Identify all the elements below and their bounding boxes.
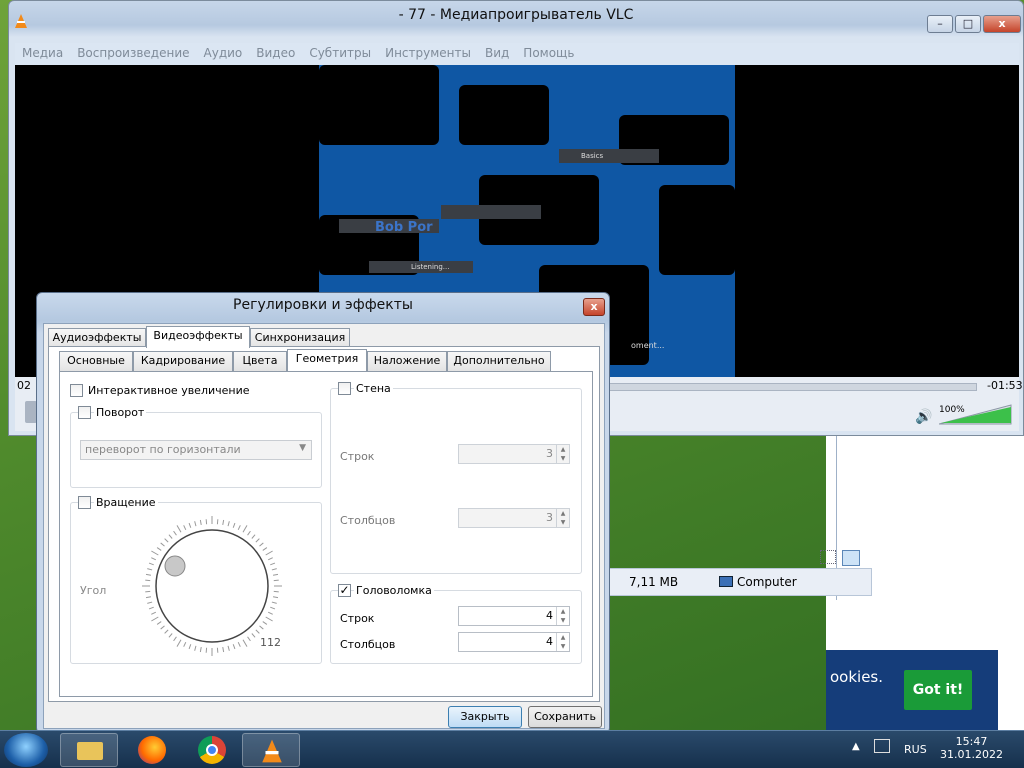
close-window-button[interactable]: x	[983, 15, 1021, 33]
save-button[interactable]: Сохранить	[528, 706, 602, 728]
remaining-time: -01:53	[987, 379, 1023, 392]
transform-select-value: переворот по горизонтали	[85, 443, 241, 456]
dialog-title: Регулировки и эффекты	[233, 297, 413, 313]
start-button[interactable]	[4, 733, 48, 767]
subtab-overlay[interactable]: Наложение	[367, 351, 447, 371]
geometry-pane: Интерактивное увеличение Поворот перевор…	[59, 371, 593, 697]
spin-arrows-icon[interactable]: ▲ ▼	[556, 633, 569, 651]
subtab-geometry[interactable]: Геометрия	[287, 349, 367, 371]
computer-icon	[719, 576, 733, 587]
puzzle-rows-label: Строк	[340, 612, 375, 625]
explorer-taskbar-icon[interactable]	[60, 733, 118, 767]
tray-arrow-icon[interactable]: ▲	[852, 741, 860, 752]
video-text-listening: Listening...	[411, 263, 450, 271]
puzzle-cols-label: Столбцов	[340, 638, 396, 651]
tab-synchronization[interactable]: Синхронизация	[250, 328, 350, 348]
rotate-label: Вращение	[94, 496, 158, 509]
firefox-taskbar-icon[interactable]	[124, 733, 182, 767]
transform-checkbox[interactable]	[78, 406, 91, 419]
puzzle-rows-spinbox[interactable]: 4 ▲ ▼	[458, 606, 570, 626]
video-text-moment: oment...	[631, 341, 665, 350]
menu-video[interactable]: Видео	[249, 43, 302, 63]
dialog-body: Аудиоэффекты Видеоэффекты Синхронизация …	[43, 323, 605, 729]
vlc-taskbar-icon[interactable]	[242, 733, 300, 767]
menu-view[interactable]: Вид	[478, 43, 516, 63]
wall-rows-spinbox[interactable]: 3 ▲ ▼	[458, 444, 570, 464]
taskbar: ▲ RUS 15:47 31.01.2022	[0, 730, 1024, 768]
spin-arrows-icon[interactable]: ▲ ▼	[556, 607, 569, 625]
file-size: 7,11 MB	[629, 575, 679, 589]
close-button[interactable]: Закрыть	[448, 706, 522, 728]
puzzle-cols-spinbox[interactable]: 4 ▲ ▼	[458, 632, 570, 652]
menu-media[interactable]: Медиа	[15, 43, 70, 63]
got-it-button[interactable]: Got it!	[904, 670, 972, 710]
view-toggle[interactable]	[818, 548, 862, 568]
location-label: Computer	[737, 575, 797, 589]
puzzle-checkbox[interactable]: ✓	[338, 584, 351, 597]
puzzle-cols-value: 4	[546, 635, 553, 648]
wall-label: Стена	[354, 382, 393, 395]
menu-audio[interactable]: Аудио	[197, 43, 250, 63]
rotate-checkbox[interactable]	[78, 496, 91, 509]
menu-help[interactable]: Помощь	[516, 43, 581, 63]
wall-cols-value: 3	[546, 511, 553, 524]
chrome-taskbar-icon[interactable]	[184, 733, 242, 767]
network-icon[interactable]	[874, 739, 890, 753]
video-text-name: Bob Por	[375, 220, 433, 235]
wall-group	[330, 388, 582, 574]
clock-date: 31.01.2022	[940, 748, 1003, 761]
minimize-button[interactable]: –	[927, 15, 953, 33]
puzzle-group	[330, 590, 582, 664]
spin-arrows-icon[interactable]: ▲ ▼	[556, 445, 569, 463]
wall-rows-value: 3	[546, 447, 553, 460]
tab-video-effects[interactable]: Видеоэффекты	[146, 326, 250, 348]
adjustments-dialog: Регулировки и эффекты x Аудиоэффекты Вид…	[36, 292, 610, 734]
interactive-zoom-label: Интерактивное увеличение	[88, 384, 250, 397]
elapsed-time: 02	[17, 379, 31, 392]
video-text-basics: Basics	[581, 152, 604, 160]
subtab-essential[interactable]: Основные	[59, 351, 133, 371]
spin-arrows-icon[interactable]: ▲ ▼	[556, 509, 569, 527]
maximize-button[interactable]: □	[955, 15, 981, 33]
angle-label: Угол	[80, 584, 107, 597]
wall-rows-label: Строк	[340, 450, 375, 463]
cookie-text: ookies.	[830, 668, 884, 686]
menu-bar: Медиа Воспроизведение Аудио Видео Субтитры Ин…	[15, 43, 1019, 65]
subtab-advanced[interactable]: Дополнительно	[447, 351, 551, 371]
volume-percent: 100%	[939, 405, 965, 415]
menu-subtitles[interactable]: Субтитры	[302, 43, 378, 63]
subtab-crop[interactable]: Кадрирование	[133, 351, 233, 371]
angle-value: 112	[260, 636, 281, 649]
speaker-icon[interactable]: 🔊	[915, 409, 932, 425]
window-title: - 77 - Медиапроигрыватель VLC	[398, 7, 634, 23]
menu-playback[interactable]: Воспроизведение	[70, 43, 196, 63]
menu-tools[interactable]: Инструменты	[378, 43, 478, 63]
details-view-icon[interactable]	[820, 550, 836, 564]
language-indicator[interactable]: RUS	[904, 743, 927, 756]
puzzle-rows-value: 4	[546, 609, 553, 622]
interactive-zoom-checkbox[interactable]	[70, 384, 83, 397]
preview-pane-icon[interactable]	[842, 550, 860, 566]
cookie-banner: ookies. Got it!	[826, 650, 998, 730]
wall-checkbox[interactable]	[338, 382, 351, 395]
transform-label: Поворот	[94, 406, 147, 419]
vlc-cone-icon	[15, 14, 27, 28]
clock-time: 15:47	[955, 735, 988, 748]
wall-cols-label: Столбцов	[340, 514, 396, 527]
transform-select: переворот по горизонтали ▼	[80, 440, 312, 460]
puzzle-label: Головоломка	[354, 584, 434, 597]
video-effects-pane: Основные Кадрирование Цвета Геометрия На…	[48, 346, 600, 702]
chevron-down-icon: ▼	[299, 443, 306, 453]
dialog-close-button[interactable]: x	[583, 298, 605, 316]
clock[interactable]: 15:47 31.01.2022	[940, 735, 1003, 761]
tab-audio-effects[interactable]: Аудиоэффекты	[48, 328, 146, 348]
wall-cols-spinbox[interactable]: 3 ▲ ▼	[458, 508, 570, 528]
subtab-colors[interactable]: Цвета	[233, 351, 287, 371]
